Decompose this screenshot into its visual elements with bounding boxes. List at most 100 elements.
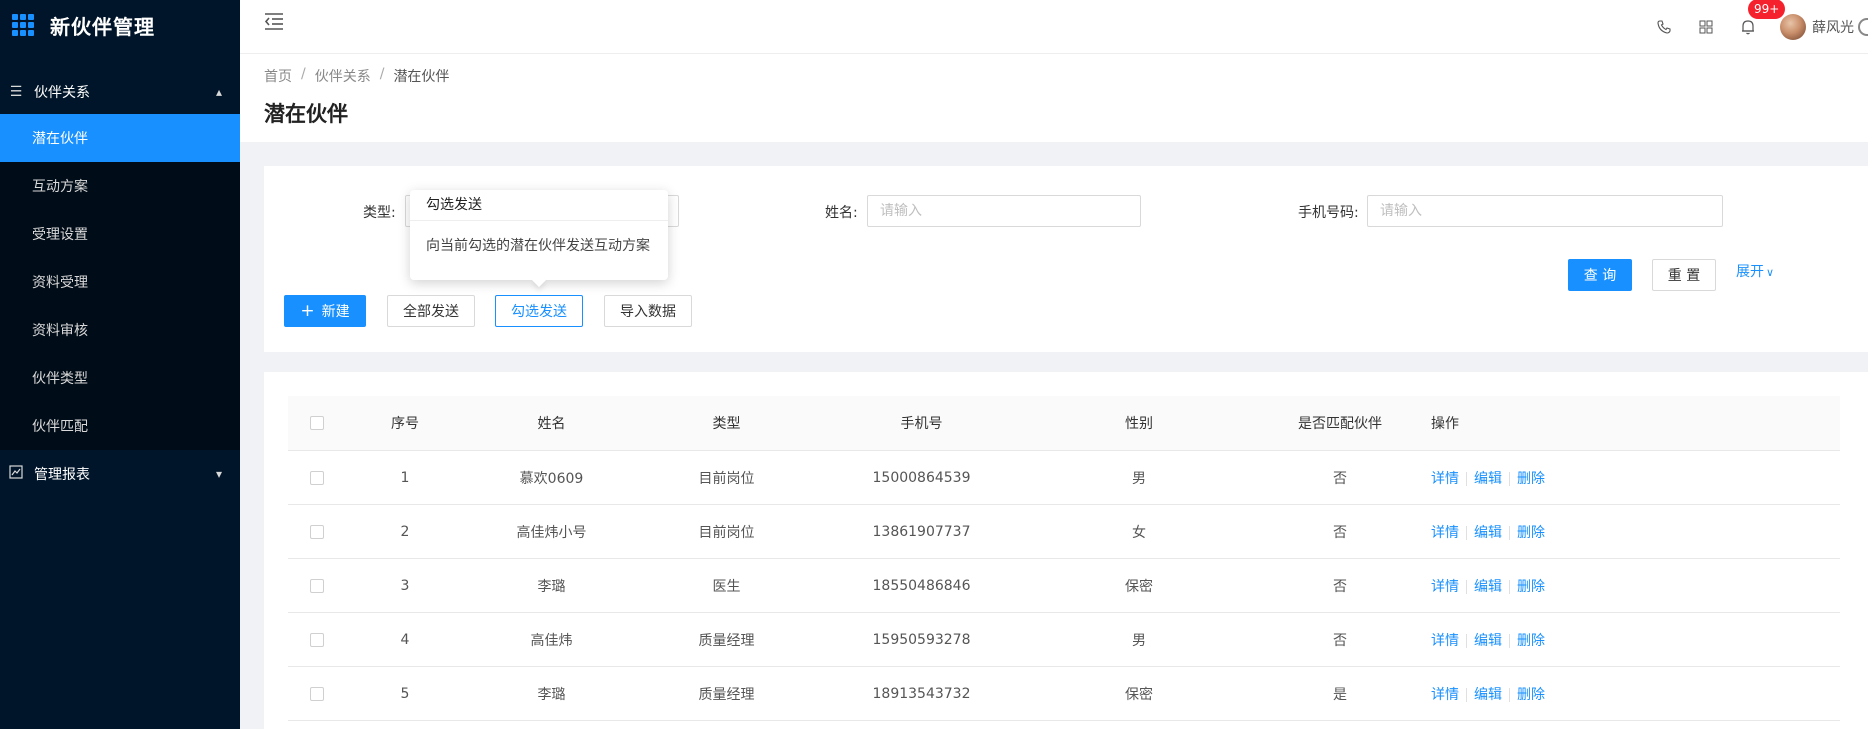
cell-type: 目前岗位: [639, 504, 814, 559]
row-checkbox[interactable]: [310, 524, 324, 539]
divider: [1509, 687, 1510, 702]
name-label: 姓名:: [825, 205, 858, 221]
page-header: 首页 / 伙伴关系 / 潜在伙伴 潜在伙伴: [240, 54, 1868, 142]
edit-link[interactable]: 编辑: [1474, 687, 1502, 703]
divider: [1466, 525, 1467, 540]
help-circle-icon[interactable]: [1858, 18, 1868, 36]
detail-link[interactable]: 详情: [1431, 687, 1459, 703]
col-header-actions: 操作: [1431, 396, 1840, 451]
cell-name: 慕欢0609: [464, 450, 639, 505]
sidebar-item-label: 资料审核: [32, 323, 88, 339]
select-all-cell: [288, 396, 346, 451]
cell-phone: 18550486846: [814, 558, 1029, 613]
cell-gender: 保密: [1029, 558, 1249, 613]
reset-button[interactable]: 重 置: [1652, 259, 1716, 291]
breadcrumb-partner-relations[interactable]: 伙伴关系: [315, 66, 371, 86]
detail-link[interactable]: 详情: [1431, 633, 1459, 649]
sidebar-item-partner-matching[interactable]: 伙伴匹配: [0, 402, 240, 450]
cell-no: 4: [346, 612, 464, 667]
sidebar-item-acceptance-settings[interactable]: 受理设置: [0, 210, 240, 258]
divider: [1509, 633, 1510, 648]
sidebar-item-label: 资料受理: [32, 275, 88, 291]
apps-grid-icon[interactable]: [1696, 17, 1716, 37]
sidebar-item-material-acceptance[interactable]: 资料受理: [0, 258, 240, 306]
breadcrumb-home[interactable]: 首页: [264, 66, 292, 86]
edit-link[interactable]: 编辑: [1474, 525, 1502, 541]
delete-link[interactable]: 删除: [1517, 471, 1545, 487]
cell-phone: 13861907737: [814, 504, 1029, 559]
top-header: 99+ 薛风光: [240, 0, 1868, 54]
phone-icon[interactable]: [1654, 17, 1674, 37]
import-data-button[interactable]: 导入数据: [604, 295, 692, 327]
name-input[interactable]: [867, 195, 1141, 227]
bell-icon[interactable]: 99+: [1738, 0, 1786, 37]
delete-link[interactable]: 删除: [1517, 633, 1545, 649]
table-row: 4 高佳炜 质量经理 15950593278 男 否 详情 编辑 删除: [288, 612, 1840, 667]
avatar[interactable]: [1780, 14, 1806, 40]
row-checkbox[interactable]: [310, 686, 324, 701]
app-grid-logo-icon: [12, 14, 34, 36]
chart-icon: [8, 465, 24, 483]
breadcrumb-separator: /: [379, 66, 385, 82]
table-header-row: 序号 姓名 类型 手机号 性别 是否匹配伙伴 操作: [288, 396, 1840, 451]
breadcrumb-separator: /: [301, 66, 306, 82]
cell-no: 3: [346, 558, 464, 613]
cell-gender: 保密: [1029, 666, 1249, 721]
tooltip-body: 向当前勾选的潜在伙伴发送互动方案: [426, 238, 650, 254]
notification-badge: 99+: [1748, 0, 1786, 19]
cell-gender: 男: [1029, 612, 1249, 667]
detail-link[interactable]: 详情: [1431, 471, 1459, 487]
cell-actions: 详情 编辑 删除: [1431, 612, 1840, 667]
phone-input[interactable]: [1367, 195, 1723, 227]
cell-type: 质量经理: [639, 612, 814, 667]
cell-type: 质量经理: [639, 666, 814, 721]
sidebar-item-interaction-plans[interactable]: 互动方案: [0, 162, 240, 210]
new-button[interactable]: + 新建: [284, 295, 366, 327]
delete-link[interactable]: 删除: [1517, 525, 1545, 541]
cell-matched: 否: [1249, 558, 1431, 613]
edit-link[interactable]: 编辑: [1474, 633, 1502, 649]
cell-gender: 女: [1029, 504, 1249, 559]
cell-phone: 15950593278: [814, 612, 1029, 667]
delete-link[interactable]: 删除: [1517, 687, 1545, 703]
type-label: 类型:: [363, 205, 396, 221]
cell-no: 2: [346, 504, 464, 559]
sidebar-group-partner-relations[interactable]: ☰ 伙伴关系 ▴: [0, 70, 240, 114]
sidebar-item-label: 伙伴类型: [32, 371, 88, 387]
plus-icon: +: [300, 300, 315, 321]
sidebar-item-label: 互动方案: [32, 179, 88, 195]
new-button-label: 新建: [321, 304, 350, 320]
logo: 新伙伴管理: [0, 0, 240, 50]
row-checkbox[interactable]: [310, 632, 324, 647]
cell-phone: 18913543732: [814, 666, 1029, 721]
cell-matched: 否: [1249, 450, 1431, 505]
cell-matched: 否: [1249, 612, 1431, 667]
query-button[interactable]: 查 询: [1568, 259, 1632, 291]
header-actions: 99+ 薛风光: [1632, 0, 1868, 54]
menu-fold-icon[interactable]: [264, 12, 286, 32]
sidebar-item-partner-types[interactable]: 伙伴类型: [0, 354, 240, 402]
cell-phone: 15000864539: [814, 450, 1029, 505]
edit-link[interactable]: 编辑: [1474, 579, 1502, 595]
expand-link[interactable]: 展开 ∨: [1736, 261, 1774, 281]
user-name[interactable]: 薛风光: [1812, 17, 1854, 37]
sidebar-item-material-review[interactable]: 资料审核: [0, 306, 240, 354]
divider: [1509, 471, 1510, 486]
select-all-checkbox[interactable]: [310, 416, 324, 430]
detail-link[interactable]: 详情: [1431, 525, 1459, 541]
chevron-down-icon: ∨: [1766, 266, 1775, 279]
cell-name: 李璐: [464, 558, 639, 613]
send-all-button[interactable]: 全部发送: [387, 295, 475, 327]
edit-link[interactable]: 编辑: [1474, 471, 1502, 487]
detail-link[interactable]: 详情: [1431, 579, 1459, 595]
cell-name: 高佳炜小号: [464, 504, 639, 559]
sidebar-group-management-reports[interactable]: 管理报表 ▾: [0, 450, 240, 498]
table-row: 3 李璐 医生 18550486846 保密 否 详情 编辑 删除: [288, 558, 1840, 613]
col-header-type: 类型: [639, 396, 814, 451]
delete-link[interactable]: 删除: [1517, 579, 1545, 595]
row-checkbox[interactable]: [310, 578, 324, 593]
sidebar-item-potential-partners[interactable]: 潜在伙伴: [0, 114, 240, 162]
sidebar-group-label: 管理报表: [34, 467, 90, 483]
send-selected-button[interactable]: 勾选发送: [495, 295, 583, 327]
row-checkbox[interactable]: [310, 470, 324, 485]
